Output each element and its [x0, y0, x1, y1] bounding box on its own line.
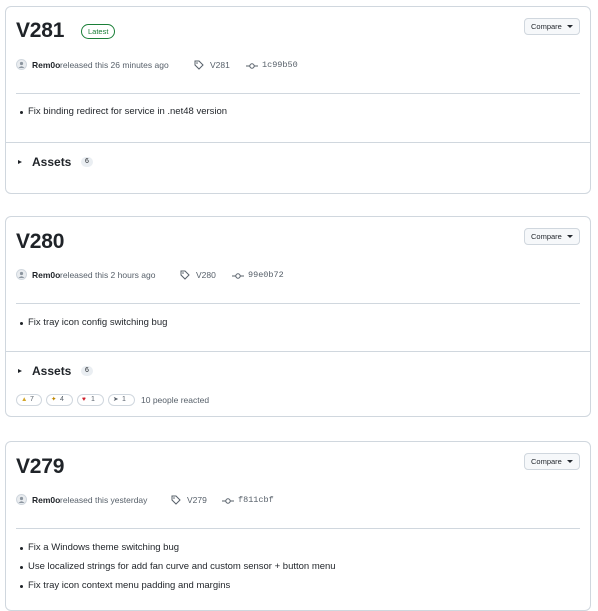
compare-label: Compare — [531, 232, 562, 241]
reactions-bar: ▲ 7 ✦ 4 ♥ 1 ➤ 1 10 people reacted — [16, 394, 316, 407]
tag-link[interactable]: V281 — [210, 60, 230, 70]
latest-badge: Latest — [81, 24, 116, 39]
reaction-count: 1 — [90, 396, 95, 403]
commit-icon — [232, 271, 244, 283]
commit-link[interactable]: 1c99b50 — [262, 60, 298, 70]
compare-button[interactable]: Compare — [524, 18, 580, 35]
tag-icon — [180, 270, 190, 282]
reaction-thumbs-up[interactable]: ▲ 7 — [16, 394, 42, 406]
divider — [6, 351, 590, 352]
release-meta: Rem0o released this yesterday V279 f811c… — [16, 494, 416, 508]
reaction-tada[interactable]: ✦ 4 — [46, 394, 73, 406]
release-card: V281 Latest Compare Rem0o released this … — [5, 6, 591, 194]
divider — [6, 142, 590, 143]
release-note: Fix a Windows theme switching bug — [19, 542, 180, 553]
release-title[interactable]: V281 — [16, 19, 64, 43]
reactions-summary: 10 people reacted — [141, 395, 210, 405]
assets-count: 6 — [81, 157, 93, 167]
commit-icon — [222, 496, 234, 508]
tada-icon: ✦ — [51, 396, 57, 403]
avatar[interactable] — [16, 269, 27, 280]
compare-button[interactable]: Compare — [524, 228, 580, 245]
chevron-down-icon — [567, 25, 573, 28]
release-title[interactable]: V280 — [16, 230, 64, 254]
released-time: released this 2 hours ago — [60, 270, 156, 280]
commit-link[interactable]: 99e0b72 — [248, 270, 284, 280]
thumbs-up-icon: ▲ — [21, 396, 28, 403]
chevron-down-icon — [567, 460, 573, 463]
assets-count: 6 — [81, 366, 93, 376]
rocket-icon: ➤ — [113, 396, 119, 403]
released-time: released this yesterday — [60, 495, 148, 505]
caret-right-icon — [18, 160, 22, 164]
assets-label: Assets — [32, 155, 72, 169]
release-note: Fix tray icon config switching bug — [19, 317, 168, 328]
divider — [16, 93, 580, 94]
caret-right-icon — [18, 369, 22, 373]
reaction-rocket[interactable]: ➤ 1 — [108, 394, 135, 406]
reaction-heart[interactable]: ♥ 1 — [77, 394, 104, 406]
release-meta: Rem0o released this 26 minutes ago V281 … — [16, 59, 416, 73]
commit-link[interactable]: f811cbf — [238, 495, 274, 505]
tag-link[interactable]: V280 — [196, 270, 216, 280]
compare-label: Compare — [531, 22, 562, 31]
tag-icon — [194, 60, 204, 72]
reaction-count: 4 — [59, 396, 64, 403]
compare-button[interactable]: Compare — [524, 453, 580, 470]
author-link[interactable]: Rem0o — [32, 60, 60, 70]
release-meta: Rem0o released this 2 hours ago V280 99e… — [16, 269, 416, 283]
tag-link[interactable]: V279 — [187, 495, 207, 505]
assets-label: Assets — [32, 364, 72, 378]
chevron-down-icon — [567, 235, 573, 238]
divider — [16, 303, 580, 304]
release-note: Fix tray icon context menu padding and m… — [19, 580, 231, 591]
commit-icon — [246, 61, 258, 73]
release-title[interactable]: V279 — [16, 455, 64, 479]
release-card: V279 Compare Rem0o released this yesterd… — [5, 441, 591, 611]
reaction-count: 7 — [29, 396, 34, 403]
avatar[interactable] — [16, 494, 27, 505]
divider — [16, 528, 580, 529]
author-link[interactable]: Rem0o — [32, 495, 60, 505]
release-card: V280 Compare Rem0o released this 2 hours… — [5, 216, 591, 417]
release-note: Fix binding redirect for service in .net… — [19, 106, 228, 117]
author-link[interactable]: Rem0o — [32, 270, 60, 280]
reaction-count: 1 — [121, 396, 126, 403]
released-time: released this 26 minutes ago — [60, 60, 169, 70]
avatar[interactable] — [16, 59, 27, 70]
compare-label: Compare — [531, 457, 562, 466]
release-note: Use localized strings for add fan curve … — [20, 561, 336, 572]
tag-icon — [171, 495, 181, 507]
heart-icon: ♥ — [82, 396, 86, 403]
